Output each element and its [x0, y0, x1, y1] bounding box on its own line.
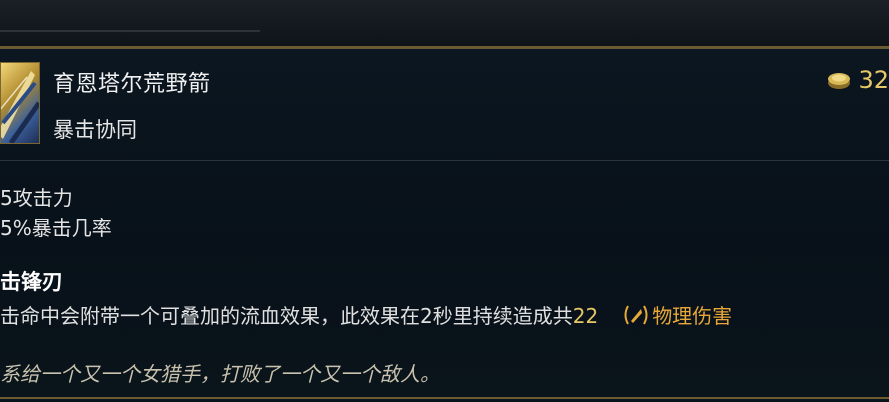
divider: [0, 160, 889, 161]
background-header: [0, 0, 889, 48]
price-value: 32: [858, 66, 889, 94]
background-ghost-line: [0, 30, 260, 44]
stat-crit-chance: 5%暴击几率: [0, 216, 112, 240]
item-arrow-icon: [0, 62, 40, 144]
damage-type: 物理伤害: [652, 304, 733, 328]
lore-text: 系给一个又一个女猎手，打败了一个又一个敌人。: [0, 362, 440, 386]
passive-description: 击命中会附带一个可叠加的流血效果，此效果在2秒里持续造成共22 物理伤害: [0, 300, 732, 329]
stat-attack-damage: 5攻击力: [0, 186, 73, 210]
passive-desc-text: 击命中会附带一个可叠加的流血效果，此效果在2秒里持续造成共: [0, 304, 573, 328]
item-name: 育恩塔尔荒野箭: [53, 72, 211, 97]
damage-value: 22: [572, 304, 599, 328]
bottom-border: [0, 397, 889, 399]
gold-coin-icon: [828, 73, 851, 89]
item-price: 32: [826, 66, 889, 94]
item-tag: 暴击协同: [53, 118, 137, 142]
physical-damage-icon: [624, 305, 648, 325]
item-tooltip: 育恩塔尔荒野箭 暴击协同 32 5攻击力 5%暴击几率 击锋刃 击命中会附带一个…: [0, 46, 889, 402]
passive-title: 击锋刃: [0, 270, 63, 294]
